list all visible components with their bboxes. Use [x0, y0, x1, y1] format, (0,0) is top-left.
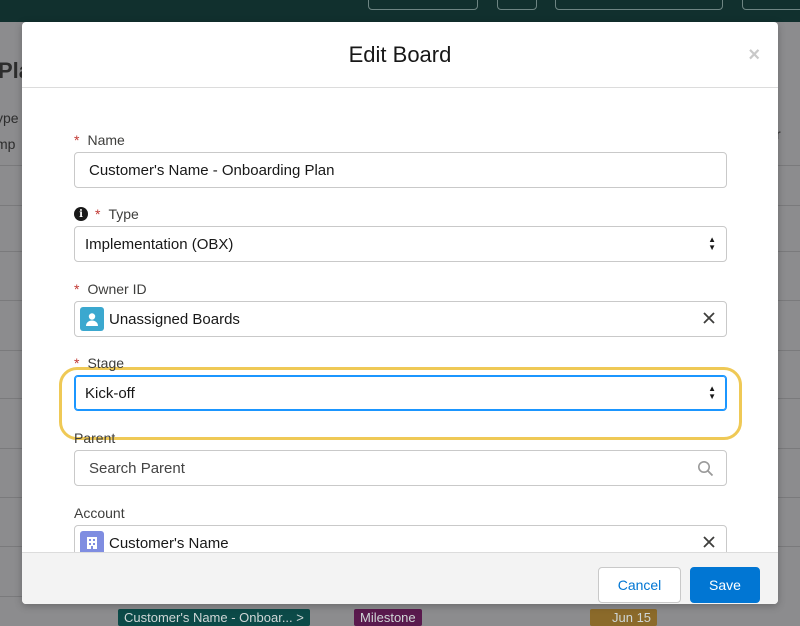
background-divider: [0, 398, 24, 399]
background-row-text: mp: [0, 136, 16, 152]
close-icon[interactable]: [702, 533, 716, 552]
modal-footer: Cancel Save: [22, 552, 778, 604]
background-divider: [778, 251, 800, 252]
stage-select-value: Kick-off: [85, 384, 135, 402]
account-lookup[interactable]: Customer's Name: [74, 525, 727, 552]
background-header-button: [555, 0, 723, 10]
name-label: * Name: [74, 132, 125, 148]
background-divider: [778, 546, 800, 547]
parent-search-input[interactable]: Search Parent: [74, 450, 727, 486]
modal-title: Edit Board: [348, 41, 452, 67]
stage-select[interactable]: Kick-off ▲ ▼: [74, 375, 727, 411]
select-arrows-icon: ▲ ▼: [708, 384, 716, 401]
required-marker: *: [74, 132, 80, 148]
required-marker: *: [95, 206, 101, 222]
close-icon[interactable]: [702, 309, 716, 330]
background-header-button: [368, 0, 478, 10]
account-label: Account: [74, 505, 125, 521]
background-divider: [0, 251, 24, 252]
background-header: [0, 0, 800, 22]
select-arrows-icon: ▲ ▼: [708, 235, 716, 252]
name-input[interactable]: Customer's Name - Onboarding Plan: [74, 152, 727, 188]
background-divider: [778, 398, 800, 399]
name-input-value: Customer's Name - Onboarding Plan: [89, 161, 335, 179]
owner-label: * Owner ID: [74, 281, 147, 297]
type-select-value: Implementation (OBX): [85, 235, 234, 253]
stage-label-text: Stage: [87, 355, 125, 371]
owner-lookup-value: Unassigned Boards: [109, 310, 240, 328]
account-lookup-value: Customer's Name: [109, 534, 229, 552]
background-divider: [778, 205, 800, 206]
type-label: i * Type: [74, 206, 139, 222]
required-marker: *: [74, 281, 80, 297]
background-divider: [0, 300, 24, 301]
parent-search-placeholder: Search Parent: [89, 459, 185, 477]
info-icon[interactable]: i: [74, 207, 88, 221]
modal-header: Edit Board ×: [22, 22, 778, 88]
owner-lookup[interactable]: Unassigned Boards: [74, 301, 727, 337]
owner-label-text: Owner ID: [87, 281, 147, 297]
background-divider: [0, 497, 24, 498]
name-label-text: Name: [87, 132, 125, 148]
background-divider: [778, 165, 800, 166]
background-board-tag: Customer's Name - Onboar... >: [118, 609, 310, 626]
background-divider: [0, 596, 24, 597]
background-divider: [778, 448, 800, 449]
edit-board-modal: Edit Board × * Name Customer's Name - On…: [22, 22, 778, 604]
background-row-text: ype: [0, 110, 19, 126]
background-divider: [778, 497, 800, 498]
account-icon: [80, 531, 104, 552]
background-divider: [778, 350, 800, 351]
close-icon[interactable]: ×: [748, 44, 760, 67]
background-divider: [778, 300, 800, 301]
cancel-button[interactable]: Cancel: [598, 567, 681, 603]
background-divider: [0, 350, 24, 351]
search-icon: [697, 460, 714, 481]
required-marker: *: [74, 355, 80, 371]
background-header-button: [497, 0, 537, 10]
background-divider: [0, 165, 24, 166]
modal-body: * Name Customer's Name - Onboarding Plan…: [22, 88, 778, 552]
user-icon: [80, 307, 104, 331]
save-button[interactable]: Save: [690, 567, 760, 603]
background-header-button: [742, 0, 800, 10]
background-milestone-tag: Milestone: [354, 609, 422, 626]
background-divider: [0, 546, 24, 547]
parent-label-text: Parent: [74, 430, 116, 446]
type-select[interactable]: Implementation (OBX) ▲ ▼: [74, 226, 727, 262]
parent-label: Parent: [74, 430, 115, 446]
stage-label: * Stage: [74, 355, 124, 371]
background-date-tag: Jun 15: [590, 609, 658, 626]
background-divider: [0, 448, 24, 449]
background-divider: [0, 205, 24, 206]
type-label-text: Type: [108, 206, 139, 222]
account-label-text: Account: [74, 505, 125, 521]
